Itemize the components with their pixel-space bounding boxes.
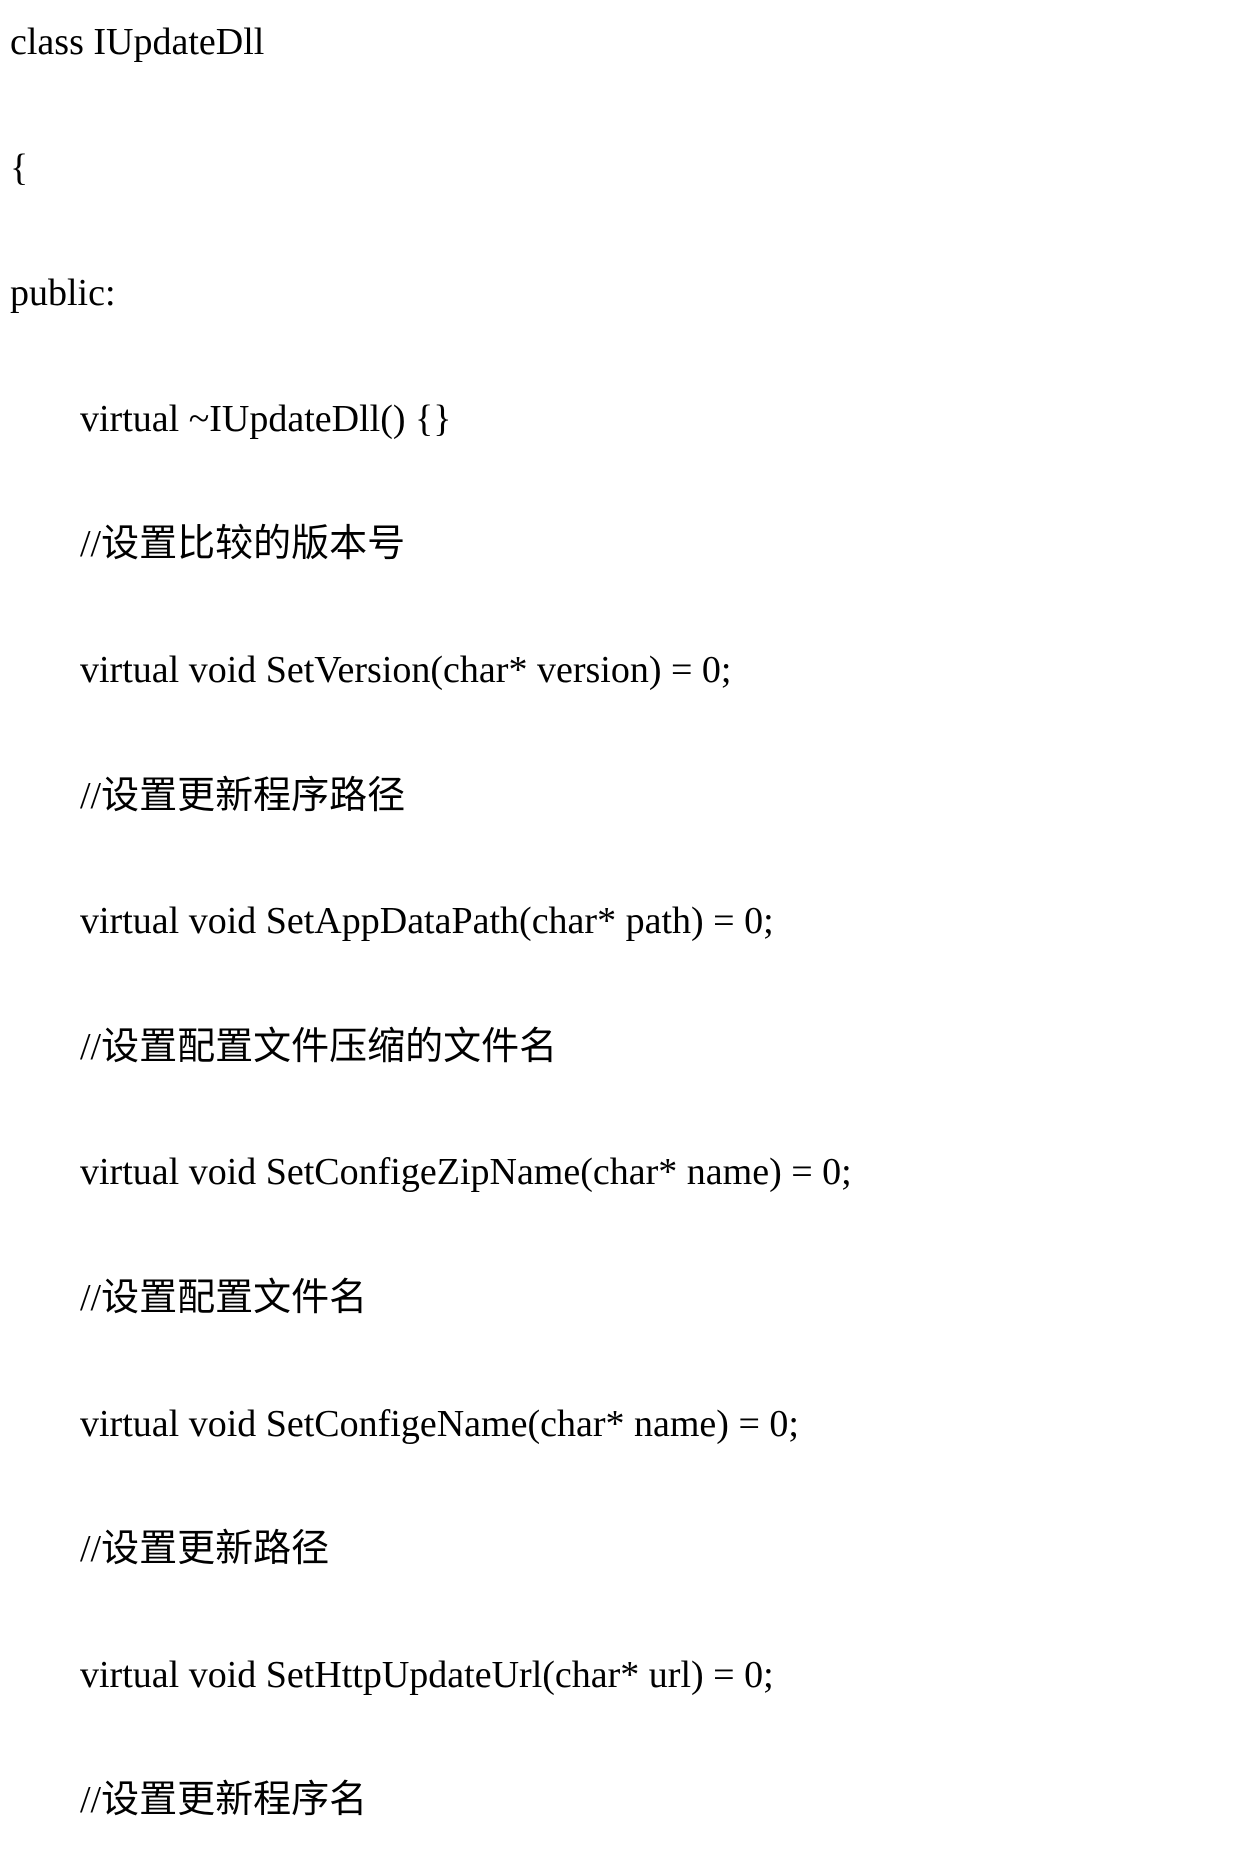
code-line: virtual ~IUpdateDll() {} <box>10 397 1230 443</box>
code-line: //设置更新路径 <box>10 1527 1230 1573</box>
code-line: //设置配置文件名 <box>10 1276 1230 1322</box>
code-line: virtual void SetAppDataPath(char* path) … <box>10 899 1230 945</box>
code-line: virtual void SetHttpUpdateUrl(char* url)… <box>10 1653 1230 1699</box>
code-line: //设置配置文件压缩的文件名 <box>10 1025 1230 1071</box>
code-line: { <box>10 146 1230 192</box>
code-line: virtual void SetConfigeName(char* name) … <box>10 1402 1230 1448</box>
code-line: virtual void SetConfigeZipName(char* nam… <box>10 1150 1230 1196</box>
code-line: //设置更新程序名 <box>10 1778 1230 1824</box>
code-line: //设置比较的版本号 <box>10 522 1230 568</box>
code-line: class IUpdateDll <box>10 20 1230 66</box>
code-line: virtual void SetVersion(char* version) =… <box>10 648 1230 694</box>
code-block: class IUpdateDll { public: virtual ~IUpd… <box>10 20 1230 1824</box>
code-line: public: <box>10 271 1230 317</box>
code-line: //设置更新程序路径 <box>10 774 1230 820</box>
